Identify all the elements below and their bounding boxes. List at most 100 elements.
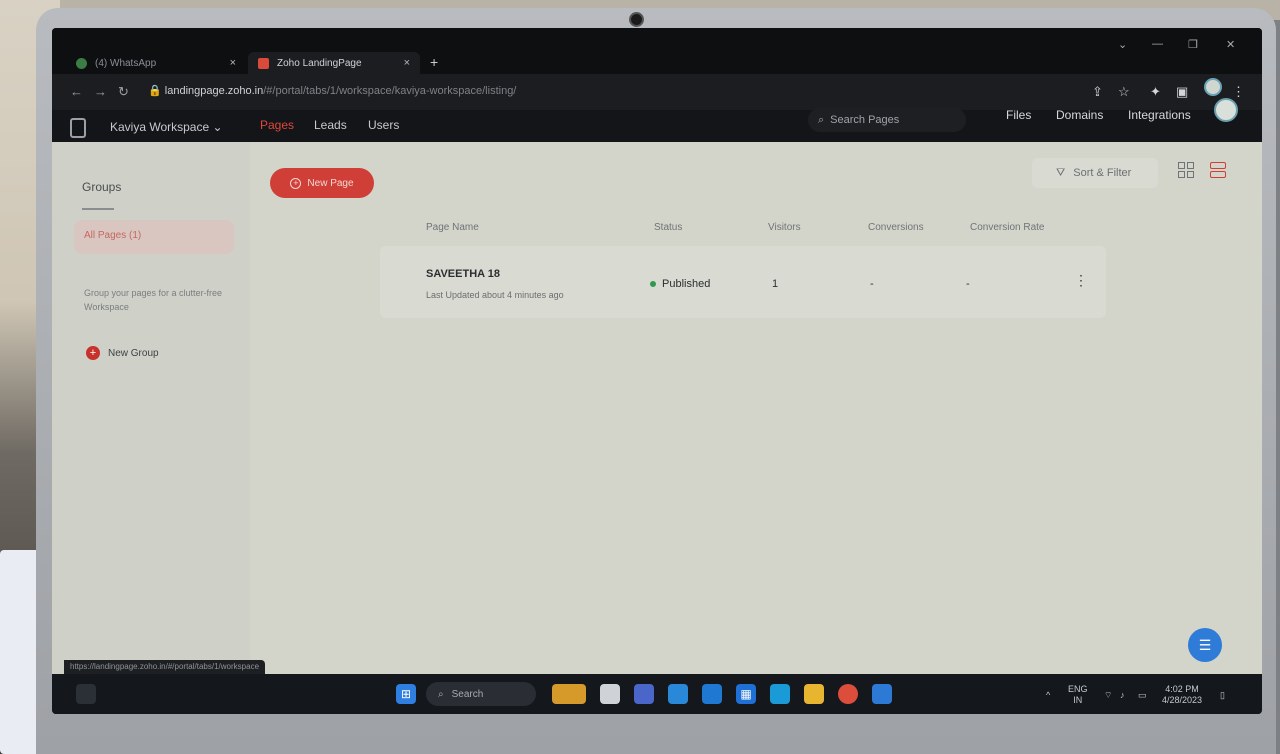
reload-icon[interactable]: ↻	[118, 84, 129, 100]
mail-icon[interactable]	[668, 684, 688, 704]
workspace-switcher[interactable]: Kaviya Workspace ⌄	[110, 120, 223, 134]
tab-zoho-landingpage[interactable]: Zoho LandingPage ×	[248, 52, 420, 74]
zoho-favicon-icon	[258, 57, 269, 69]
store-icon[interactable]: ▦	[736, 684, 756, 704]
edge-icon[interactable]	[770, 684, 790, 704]
search-highlight-icon[interactable]	[552, 684, 586, 704]
chat-support-button[interactable]: ☰	[1188, 628, 1222, 662]
chrome-icon[interactable]	[838, 684, 858, 704]
chevron-down-icon: ⌄	[212, 120, 223, 134]
minimize-icon[interactable]: —	[1152, 38, 1163, 50]
lock-icon: 🔒	[148, 85, 165, 97]
nav-pages[interactable]: Pages	[260, 118, 294, 132]
url-field[interactable]: 🔒 landingpage.zoho.in/#/portal/tabs/1/wo…	[148, 84, 516, 97]
status-label: Published	[662, 278, 711, 290]
close-window-icon[interactable]: ✕	[1226, 38, 1235, 51]
tab-whatsapp[interactable]: (4) WhatsApp ×	[66, 52, 246, 74]
whatsapp-favicon-icon	[76, 57, 87, 69]
taskbar-search-label: Search	[451, 688, 484, 700]
new-group-label: New Group	[108, 347, 159, 359]
windows-start-icon[interactable]: ⊞	[396, 684, 416, 704]
sidebar-item-all-pages[interactable]: All Pages (1)	[74, 220, 234, 254]
workspace-name: Kaviya Workspace	[110, 120, 210, 134]
header-files[interactable]: Files	[1006, 108, 1031, 122]
clock[interactable]: 4:02 PM 4/28/2023	[1162, 684, 1202, 706]
sort-filter-label: Sort & Filter	[1073, 167, 1132, 179]
tab-label: (4) WhatsApp	[95, 57, 157, 69]
page-last-updated: Last Updated about 4 minutes ago	[426, 290, 564, 300]
row-more-icon[interactable]: ⋮	[1074, 272, 1088, 289]
plus-circle-icon: +	[290, 177, 302, 189]
nav-users[interactable]: Users	[368, 118, 399, 132]
chat-app-icon[interactable]	[634, 684, 654, 704]
taskbar-search[interactable]: ⌕ Search	[426, 682, 536, 706]
region-label: IN	[1073, 695, 1083, 705]
grid-view-icon[interactable]	[1178, 162, 1194, 178]
column-status: Status	[654, 222, 683, 233]
url-host: landingpage.zoho.in	[164, 85, 264, 97]
search-placeholder: Search Pages	[830, 114, 900, 126]
column-visitors: Visitors	[768, 222, 801, 233]
maximize-icon[interactable]: ❐	[1188, 38, 1198, 51]
edge-dev-icon[interactable]	[702, 684, 722, 704]
tab-search-icon[interactable]: ⌄	[1118, 38, 1127, 51]
status-badge: Published	[650, 278, 710, 290]
show-hidden-icons[interactable]: ^	[1046, 690, 1050, 701]
widgets-icon[interactable]	[76, 684, 96, 704]
browser-profile-avatar[interactable]	[1204, 78, 1222, 96]
link-status-bar: https://landingpage.zoho.in/#/portal/tab…	[64, 660, 266, 674]
close-tab-icon[interactable]: ×	[404, 57, 410, 69]
task-view-icon[interactable]	[600, 684, 620, 704]
new-tab-icon[interactable]: +	[430, 54, 438, 70]
visitors-value: 1	[772, 278, 779, 290]
column-page-name: Page Name	[426, 222, 479, 233]
file-explorer-icon[interactable]	[804, 684, 824, 704]
column-conversion-rate: Conversion Rate	[970, 222, 1045, 233]
clock-date: 4/28/2023	[1162, 695, 1203, 705]
new-page-button[interactable]: + New Page	[270, 168, 374, 198]
new-page-label: New Page	[307, 177, 354, 189]
bookmark-star-icon[interactable]: ☆	[1118, 84, 1130, 100]
published-dot-icon	[650, 281, 656, 287]
header-domains[interactable]: Domains	[1056, 108, 1103, 122]
back-icon[interactable]: ←	[70, 84, 83, 99]
table-row[interactable]	[380, 246, 1106, 318]
filter-icon: ⛛	[1056, 166, 1066, 179]
header-integrations[interactable]: Integrations	[1128, 108, 1191, 122]
language-indicator[interactable]: ENG IN	[1068, 684, 1088, 706]
wifi-icon[interactable]: ⌔	[1104, 690, 1112, 701]
group-hint-text: Group your pages for a clutter-free Work…	[84, 288, 223, 312]
share-icon[interactable]: ⇪	[1092, 84, 1103, 100]
chat-icon: ☰	[1198, 636, 1212, 653]
url-path: /#/portal/tabs/1/workspace/kaviya-worksp…	[263, 85, 517, 97]
clock-time: 4:02 PM	[1165, 684, 1199, 694]
webcam	[631, 14, 642, 25]
language-label: ENG	[1068, 684, 1088, 694]
groups-title: Groups	[82, 180, 122, 194]
extensions-icon[interactable]: ✦	[1150, 84, 1161, 100]
groups-underline	[82, 208, 114, 210]
plus-icon: +	[86, 346, 100, 360]
close-tab-icon[interactable]: ×	[230, 57, 236, 69]
search-icon: ⌕	[818, 113, 825, 126]
battery-icon[interactable]: ▭	[1138, 690, 1147, 701]
conversion-rate-value: -	[966, 278, 970, 290]
forward-icon[interactable]: →	[94, 84, 107, 99]
notifications-icon[interactable]: ▯	[1220, 690, 1225, 701]
page-name[interactable]: SAVEETHA 18	[426, 268, 500, 280]
tab-label: Zoho LandingPage	[277, 57, 362, 69]
search-pages-input[interactable]: ⌕ Search Pages	[808, 108, 966, 132]
conversions-value: -	[870, 278, 874, 290]
user-avatar[interactable]	[1214, 98, 1238, 122]
word-icon[interactable]	[872, 684, 892, 704]
app-logo-icon[interactable]	[70, 118, 86, 138]
new-group-button[interactable]: + New Group	[86, 346, 159, 360]
sidepanel-icon[interactable]: ▣	[1176, 84, 1188, 100]
nav-leads[interactable]: Leads	[314, 118, 347, 132]
sort-filter-button[interactable]: ⛛ Sort & Filter	[1032, 158, 1158, 188]
browser-menu-icon[interactable]: ⋮	[1232, 84, 1245, 100]
volume-icon[interactable]: ♪	[1120, 690, 1125, 701]
laptop-screen: (4) WhatsApp × Zoho LandingPage × + ⌄ — …	[52, 28, 1262, 714]
search-icon: ⌕	[438, 688, 444, 700]
list-view-icon[interactable]	[1210, 162, 1226, 178]
